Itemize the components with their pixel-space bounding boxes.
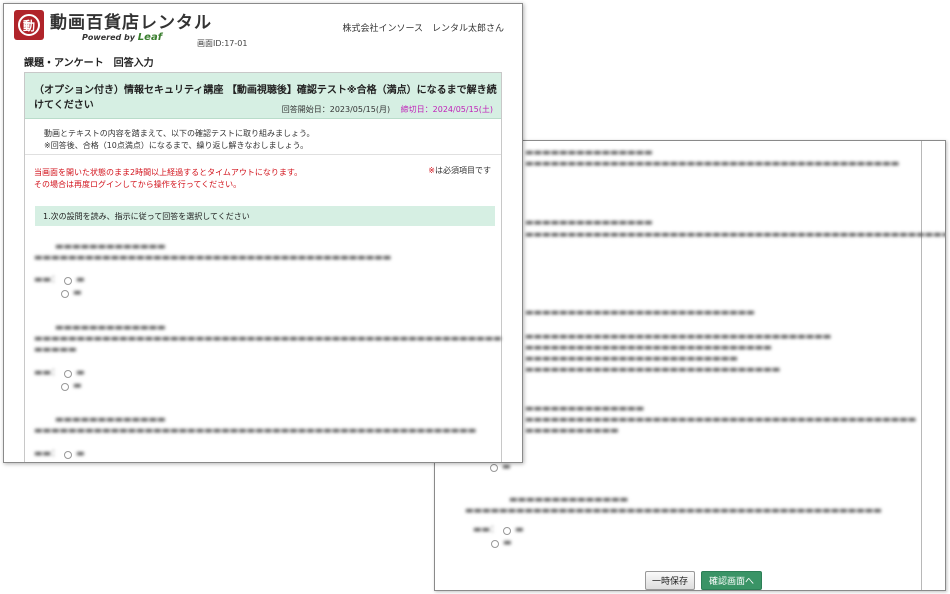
radio-option[interactable]: ▬▬： ▬ bbox=[34, 367, 85, 380]
confirm-screen-button[interactable]: 確認画面へ bbox=[701, 571, 763, 590]
screen-id: 画面ID:17-01 bbox=[197, 39, 248, 48]
course-header: （オプション付き）情報セキュリティ講座 【動画視聴後】確認テスト※合格（満点）に… bbox=[25, 73, 501, 119]
intro-text: 動画とテキストの内容を踏まえて、以下の確認テストに取り組みましょう。 ※回答後、… bbox=[25, 119, 501, 155]
front-window: 動 動画百貨店レンタル Powered by Leaf 画面ID:17-01 株… bbox=[3, 3, 523, 463]
radio-option[interactable]: ▬▬： ▬ bbox=[473, 524, 524, 537]
logo-icon: 動 bbox=[18, 14, 40, 36]
company-user: 株式会社インソース レンタル太郎さん bbox=[342, 24, 504, 34]
blurred-text: ▬▬▬▬▬▬▬▬▬▬▬▬▬▬▬▬▬▬▬▬▬▬▬▬▬▬▬▬▬▬▬▬▬▬▬▬▬▬▬▬… bbox=[525, 159, 900, 169]
radio-icon[interactable] bbox=[64, 369, 73, 378]
radio-icon[interactable] bbox=[64, 450, 73, 459]
blurred-text: ▬▬▬▬▬▬▬▬▬▬▬▬▬▬▬▬▬▬▬▬▬▬▬▬▬▬▬▬▬▬▬▬▬▬▬▬▬▬▬▬… bbox=[465, 506, 882, 516]
brand-name: 動画百貨店レンタル bbox=[50, 13, 212, 33]
radio-icon[interactable] bbox=[61, 382, 69, 391]
blurred-text: ▬▬▬▬▬▬▬▬▬▬▬ bbox=[525, 426, 619, 436]
timeout-warning: 当画面を開いた状態のまま2時間以上経過するとタイムアウトになります。 bbox=[34, 168, 303, 177]
page-title: 課題・アンケート 回答入力 bbox=[24, 58, 154, 69]
timeout-warning: その場合は再度ログインしてから操作を行ってください。 bbox=[34, 180, 242, 189]
radio-icon[interactable] bbox=[490, 463, 498, 472]
radio-option[interactable]: ▬ bbox=[61, 380, 82, 393]
question-panel: （オプション付き）情報セキュリティ講座 【動画視聴後】確認テスト※合格（満点）に… bbox=[24, 72, 502, 462]
question-instruction: 1.次の設問を読み、指示に従って回答を選択してください bbox=[35, 206, 495, 226]
blurred-text: ▬▬▬▬▬▬▬▬▬▬▬▬▬▬▬▬▬▬▬▬▬▬▬▬▬▬▬▬▬▬▬▬▬▬▬▬▬▬▬▬… bbox=[34, 334, 502, 344]
blurred-text: ▬▬▬▬▬ bbox=[34, 345, 77, 355]
blurred-text: ▬▬▬▬▬▬▬▬▬▬▬▬▬▬▬▬▬▬▬▬▬▬▬▬▬▬▬▬▬▬▬▬▬▬▬▬▬▬▬▬… bbox=[34, 253, 392, 263]
brand-logo: 動 bbox=[14, 10, 44, 40]
start-date: 回答開始日：2023/05/15(月) bbox=[281, 105, 391, 114]
powered-by: Powered by Leaf bbox=[82, 32, 162, 43]
radio-option[interactable]: ▬▬： ▬ bbox=[34, 448, 85, 461]
required-note: ※は必須項目です bbox=[428, 165, 491, 176]
scrollbar[interactable] bbox=[921, 141, 945, 590]
radio-icon[interactable] bbox=[503, 526, 512, 535]
radio-option[interactable]: ▬ bbox=[61, 287, 82, 300]
powered-by-label: Powered by bbox=[82, 33, 135, 42]
save-draft-button[interactable]: 一時保存 bbox=[645, 571, 696, 590]
radio-icon[interactable] bbox=[64, 276, 73, 285]
course-dates: 回答開始日：2023/05/15(月) 締切日：2024/05/15(土) bbox=[282, 104, 493, 115]
blurred-text: ▬▬▬▬▬▬▬▬▬▬▬▬▬▬▬▬▬▬▬▬▬▬▬▬▬▬▬▬▬▬▬▬▬▬▬▬▬▬▬▬… bbox=[525, 230, 946, 240]
blurred-text: ▬▬▬▬▬▬▬▬▬▬▬▬▬▬▬▬▬▬▬▬▬▬▬▬▬▬▬ bbox=[525, 308, 755, 318]
radio-option[interactable]: ▬ bbox=[491, 537, 512, 550]
radio-icon[interactable] bbox=[61, 289, 69, 298]
radio-option[interactable]: ▬▬： ▬ bbox=[34, 274, 85, 287]
leaf-brand: Leaf bbox=[137, 32, 163, 43]
radio-icon[interactable] bbox=[491, 539, 499, 548]
intro-line: ※回答後、合格（10点満点）になるまで、繰り返し解きなおしましょう。 bbox=[44, 141, 309, 150]
blurred-text: ▬▬▬▬▬▬▬▬▬▬▬▬▬▬▬▬▬▬▬▬▬▬▬▬▬▬▬▬▬▬ bbox=[525, 365, 781, 375]
action-buttons: 一時保存 確認画面へ bbox=[645, 571, 763, 590]
required-asterisk: ※ bbox=[428, 166, 435, 175]
deadline-date: 締切日：2024/05/15(土) bbox=[400, 105, 493, 114]
required-text: は必須項目です bbox=[435, 166, 491, 175]
blurred-text: ▬▬▬▬▬▬▬▬▬▬▬▬▬▬▬▬▬▬▬▬▬▬▬▬▬▬▬▬▬▬▬▬▬▬▬▬▬▬▬▬… bbox=[34, 426, 477, 436]
intro-line: 動画とテキストの内容を踏まえて、以下の確認テストに取り組みましょう。 bbox=[44, 129, 315, 138]
